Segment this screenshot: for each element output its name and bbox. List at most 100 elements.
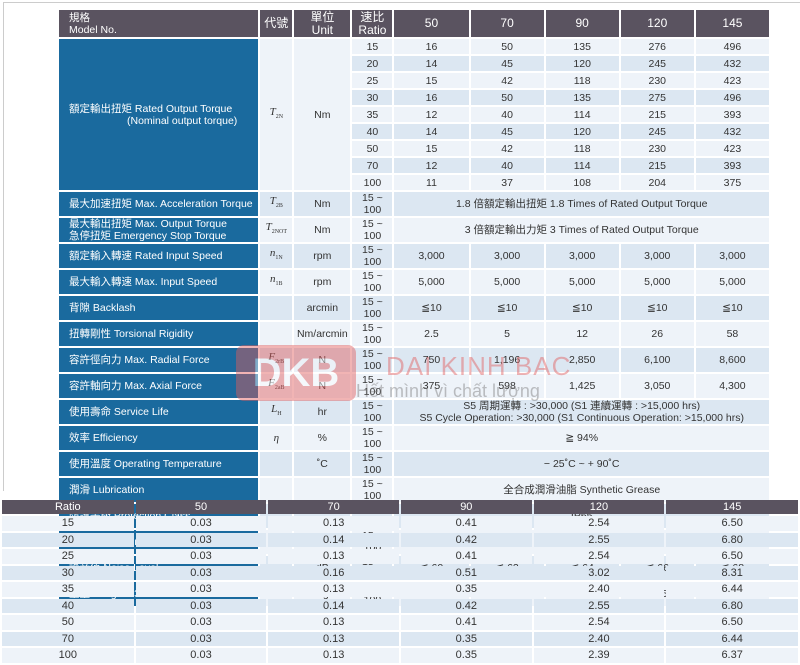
symbol: n1B [270,273,283,288]
value-cell-70: 42 [470,141,544,156]
unit-cell: Nm [294,192,351,216]
label-line: 容許徑向力 Max. Radial Force [69,354,210,366]
symbol-subscript: 2aB [274,385,285,392]
ratio-cell: 100 [352,175,393,190]
symbol: T2NOT [265,221,288,236]
value-cell-120: 215 [620,107,694,122]
label-line: 使用溫度 Operating Temperature [69,458,222,470]
value-cell-50: 15 [394,141,469,156]
inertia-row: 15 0.03 0.13 0.41 2.54 6.50 [2,516,798,531]
inertia-cell: 0.03 [135,631,267,646]
value-cell-90: 3,000 [545,244,619,268]
inertia-cell: 35 [2,582,134,597]
value-line: 1.8 倍額定輸出扭矩 1.8 Times of Rated Output To… [455,198,708,210]
value-cell-145: 496 [695,90,769,105]
value-cell-70: 45 [470,56,544,71]
inertia-row: 50 0.03 0.13 0.41 2.54 6.50 [2,615,798,630]
value-cell-90: ≦10 [545,296,619,320]
value-line: 3 倍額定輸出力矩 3 Times of Rated Output Torque [464,224,699,236]
value-cell-50: 14 [394,124,469,139]
header-model-en: Model No. [69,23,117,36]
header-model-120: 120 [620,10,694,37]
inertia-header-cell: 50 [135,500,267,514]
value-cell-120: 204 [620,175,694,190]
inertia-cell: 0.13 [268,549,399,564]
unit-cell: Nm [294,218,351,242]
ratio-cell: 40 [352,124,393,139]
inertia-cell: 2.54 [533,615,665,630]
value-cell-70: 5,000 [470,270,544,294]
value-cell-50: 15 [394,73,469,88]
spec-label: 額定輸入轉速 Rated Input Speed [59,244,259,268]
value-cell-90: 5,000 [545,270,619,294]
ratio-cell: 25 [352,73,393,88]
symbol: F2rB [268,351,285,366]
value-cell-120: 215 [620,158,694,173]
symbol-cell: T2B [260,192,293,216]
value-cell-70: 42 [470,73,544,88]
inertia-header-cell: Ratio [2,500,134,514]
symbol: T2N [269,105,284,121]
value-cell-90: 118 [545,141,619,156]
value-cell-90: 12 [545,322,619,346]
inertia-cell: 3.02 [533,565,665,580]
symbol: LH [271,403,282,418]
inertia-cell: 8.31 [666,565,798,580]
value-cell-145: 375 [695,175,769,190]
ratio-cell: 15 ~ 100 [352,374,393,398]
spec-row: 使用溫度 Operating Temperature ˚C 15 ~ 100 − 25… [59,452,769,476]
value-cell-120: 3,000 [620,244,694,268]
inertia-cell: 2.40 [533,582,665,597]
value-cell-90: 1,425 [545,374,619,398]
value-cell-70: 45 [470,124,544,139]
value-cell-120: 5,000 [620,270,694,294]
spec-row: 效率 Efficiency η% 15 ~ 100 ≧ 94% [59,426,769,450]
value-cell-50: 5,000 [394,270,469,294]
value-cell-70: 40 [470,158,544,173]
inertia-header-cell: 145 [666,500,798,514]
spec-label: 最大輸入轉速 Max. Input Speed [59,270,259,294]
ratio-cell: 15 ~ 100 [352,322,393,346]
value-cell-70: 1,196 [470,348,544,372]
spec-row: 容許徑向力 Max. Radial Force F2rB N 15 ~ 100 750 1… [59,348,769,372]
inertia-cell: 6.50 [666,615,798,630]
inertia-cell: 0.41 [400,615,532,630]
inertia-cell: 0.41 [400,549,532,564]
spec-label: 背隙 Backlash [59,296,259,320]
value-cell-50: 12 [394,107,469,122]
value-cell-70: 50 [470,39,544,54]
spanned-value-cell: 1.8 倍額定輸出扭矩 1.8 Times of Rated Output To… [394,192,769,216]
inertia-cell: 70 [2,631,134,646]
inertia-cell: 2.54 [533,516,665,531]
inertia-row: 20 0.03 0.14 0.42 2.55 6.80 [2,532,798,547]
label-line: 最大輸入轉速 Max. Input Speed [69,276,218,288]
value-cell-145: 432 [695,124,769,139]
value-cell-145: 8,600 [695,348,769,372]
label-line: 潤滑 Lubrication [69,484,145,496]
symbol-cell [260,322,293,346]
inertia-cell: 50 [2,615,134,630]
spec-label: 效率 Efficiency [59,426,259,450]
value-cell-120: 230 [620,73,694,88]
header-model-70: 70 [470,10,544,37]
unit-cell: hr [294,400,351,424]
value-cell-50: 2.5 [394,322,469,346]
symbol-subscript: 1B [275,281,283,288]
value-cell-120: 276 [620,39,694,54]
header-unit-zh: 單位 [310,9,335,24]
header-code: 代號 [260,10,293,37]
inertia-header-cell: 70 [268,500,399,514]
value-cell-70: 37 [470,175,544,190]
value-cell-50: 12 [394,158,469,173]
inertia-cell: 0.03 [135,598,267,613]
value-cell-145: 432 [695,56,769,71]
inertia-row: 70 0.03 0.13 0.35 2.40 6.44 [2,631,798,646]
value-cell-70: 5 [470,322,544,346]
label-line: 最大輸出扭矩 Max. Output Torque [69,218,227,230]
spec-row: 使用壽命 Service Life LH hr 15 ~ 100 S5 周期運轉 : >… [59,400,769,424]
symbol: η [273,432,280,444]
symbol-cell: F2aB [260,374,293,398]
ratio-cell: 15 ~ 100 [352,218,393,242]
inertia-cell: 0.13 [268,631,399,646]
value-cell-50: 3,000 [394,244,469,268]
